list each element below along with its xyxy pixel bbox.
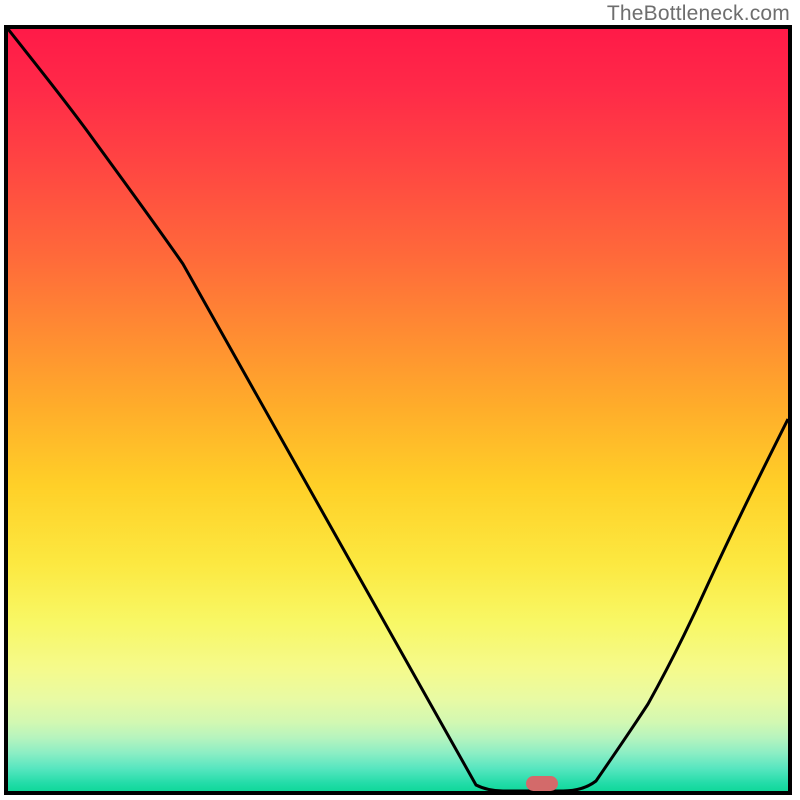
bottleneck-curve	[8, 29, 788, 791]
watermark-text: TheBottleneck.com	[607, 2, 790, 26]
optimal-point-marker	[526, 776, 558, 791]
chart-frame	[4, 25, 792, 795]
bottleneck-curve-path	[8, 29, 788, 791]
